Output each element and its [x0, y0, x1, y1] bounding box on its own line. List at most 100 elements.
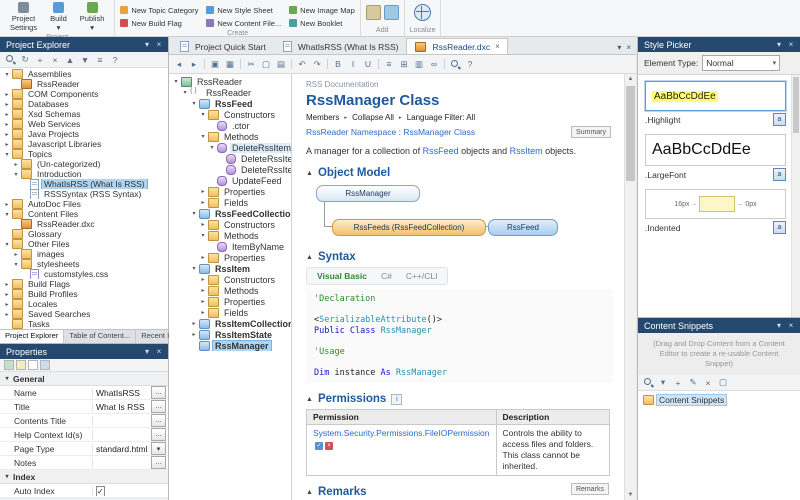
tree-item[interactable]: ▾ RssItem [169, 263, 291, 274]
tree-item[interactable]: ▸ Fields [169, 307, 291, 318]
tree-item[interactable]: Glossary [0, 229, 168, 239]
expand-icon[interactable]: ▸ [3, 91, 11, 98]
collapse-icon[interactable]: ▾ [190, 265, 198, 272]
palette-swatch[interactable] [28, 360, 38, 370]
tree-item[interactable]: ▾ Assemblies [0, 69, 168, 79]
namespace-link[interactable]: RssReader Namespace [306, 127, 396, 137]
property-section-header[interactable]: ▾ Index [0, 470, 168, 484]
checkbox[interactable]: ✓ [96, 485, 105, 496]
search-icon[interactable] [641, 376, 655, 389]
expand-icon[interactable]: ▸ [3, 281, 11, 288]
apply-style-icon[interactable]: a [773, 168, 786, 181]
expand-icon[interactable]: ▸ [199, 221, 207, 228]
style-item-largefont[interactable]: AaBbCcDdEe .LargeFont a [645, 134, 786, 181]
expand-icon[interactable]: ▸ [199, 309, 207, 316]
collapse-icon[interactable]: ▾ [199, 111, 207, 118]
ribbon-button[interactable]: New Topic Category [120, 4, 198, 16]
collapse-icon[interactable]: ▾ [12, 171, 20, 178]
palette-swatch[interactable] [4, 360, 14, 370]
tree-item[interactable]: RssReader [0, 79, 168, 89]
menu-icon[interactable]: ▾ [142, 347, 152, 356]
publish-button[interactable]: Publish ▾ [75, 1, 110, 33]
italic-icon[interactable]: I [346, 58, 360, 71]
ellipsis-button[interactable]: … [151, 386, 166, 399]
tab-cpp-cli[interactable]: C++/CLI [406, 271, 438, 281]
close-document-icon[interactable]: × [626, 43, 631, 52]
help-icon[interactable]: ? [463, 58, 477, 71]
tree-item[interactable]: ▸ Xsd Schemas [0, 109, 168, 119]
dropdown-icon[interactable]: ▾ [151, 442, 166, 455]
tree-item[interactable]: ▸ Properties [169, 252, 291, 263]
tree-item[interactable]: ▾ RssReader [169, 87, 291, 98]
expand-icon[interactable]: ▸ [3, 301, 11, 308]
move-up-icon[interactable]: ▲ [63, 53, 77, 66]
ribbon-button[interactable]: New Style Sheet [206, 4, 281, 16]
project-settings-button[interactable]: Project Settings [5, 1, 42, 33]
tree-item[interactable]: ▸ Methods [169, 285, 291, 296]
expand-icon[interactable]: ▸ [3, 121, 11, 128]
expand-icon[interactable]: ▸ [3, 141, 11, 148]
expand-icon[interactable]: ▸ [199, 298, 207, 305]
tree-item[interactable]: RssManager [169, 340, 291, 351]
expand-icon[interactable]: ▸ [190, 320, 198, 327]
forward-icon[interactable]: ▸ [187, 58, 201, 71]
pin-icon[interactable]: ▾ [774, 321, 784, 330]
language-filter-link[interactable]: Language Filter: All [407, 113, 476, 122]
collapse-icon[interactable]: ▾ [3, 71, 11, 78]
tree-item[interactable]: WhatIsRSS (What Is RSS) [0, 179, 168, 189]
collapse-icon[interactable]: ▾ [199, 232, 207, 239]
pin-icon[interactable]: ▾ [774, 40, 784, 49]
tree-item[interactable]: ▾ Constructors [169, 109, 291, 120]
add-icon[interactable]: + [33, 53, 47, 66]
style-item-indented[interactable]: 16px – – 0px .Indented a [645, 189, 786, 234]
add-file-button[interactable] [383, 5, 399, 20]
collapse-icon[interactable]: ▾ [208, 144, 216, 151]
expand-icon[interactable]: ▸ [199, 188, 207, 195]
tree-item[interactable]: ▸ Constructors [169, 219, 291, 230]
collapse-all-link[interactable]: Collapse All [352, 113, 394, 122]
section-remarks[interactable]: ▲ Remarks [306, 486, 613, 498]
table-icon[interactable]: ⊞ [397, 58, 411, 71]
tab-csharp[interactable]: C# [381, 271, 392, 281]
rssfeed-link[interactable]: RssFeed [423, 146, 459, 156]
tree-item[interactable]: RSSSyntax (RSS Syntax) [0, 189, 168, 199]
copy-icon[interactable]: ▢ [716, 376, 730, 389]
tree-item[interactable]: ▾ Other Files [0, 239, 168, 249]
ribbon-button[interactable]: New Booklet [289, 17, 355, 29]
tree-item[interactable]: ▸ (Un-categorized) [0, 159, 168, 169]
link-icon[interactable]: ∞ [427, 58, 441, 71]
tab-table-of-contents[interactable]: Table of Content... [64, 330, 137, 343]
ribbon-button[interactable]: New Image Map [289, 4, 355, 16]
collapse-icon[interactable]: ▾ [3, 151, 11, 158]
tree-item[interactable]: ▸ Properties [169, 186, 291, 197]
tree-item[interactable]: ▸ Javascript Libraries [0, 139, 168, 149]
tree-item[interactable]: ▾ RssFeedCollection [169, 208, 291, 219]
expand-icon[interactable]: ▸ [3, 291, 11, 298]
ellipsis-button[interactable]: … [151, 456, 166, 469]
dropdown-icon[interactable]: ▾ [656, 376, 670, 389]
info-icon[interactable]: i [391, 393, 403, 405]
scroll-down-icon[interactable]: ▼ [625, 490, 636, 500]
tree-item[interactable]: ItemByName [169, 241, 291, 252]
help-icon[interactable]: ? [108, 53, 122, 66]
collapse-icon[interactable]: ▾ [3, 241, 11, 248]
collapse-icon[interactable]: ▾ [172, 78, 180, 85]
tree-item[interactable]: ▸ Web Services [0, 119, 168, 129]
scroll-up-icon[interactable]: ▲ [625, 74, 636, 84]
tab-project-explorer[interactable]: Project Explorer [0, 330, 65, 343]
tree-item[interactable]: ▸ Java Projects [0, 129, 168, 139]
object-model-node-rssfeed[interactable]: RssFeed [488, 219, 558, 236]
move-down-icon[interactable]: ▼ [78, 53, 92, 66]
expand-icon[interactable]: ▸ [199, 276, 207, 283]
tree-item[interactable]: ▾ Introduction [0, 169, 168, 179]
image-icon[interactable]: ▥ [412, 58, 426, 71]
tab-rssreader-dxc[interactable]: RssReader.dxc × [406, 38, 508, 54]
paste-icon[interactable]: ▤ [274, 58, 288, 71]
tree-item[interactable]: ▸ Databases [0, 99, 168, 109]
tree-item[interactable]: DeleteRssItem [169, 153, 291, 164]
tree-item[interactable]: ▾ Methods [169, 131, 291, 142]
ellipsis-button[interactable]: … [151, 400, 166, 413]
style-list-scrollbar[interactable] [791, 75, 800, 317]
save-icon[interactable]: ▣ [208, 58, 222, 71]
undo-icon[interactable]: ↶ [295, 58, 309, 71]
